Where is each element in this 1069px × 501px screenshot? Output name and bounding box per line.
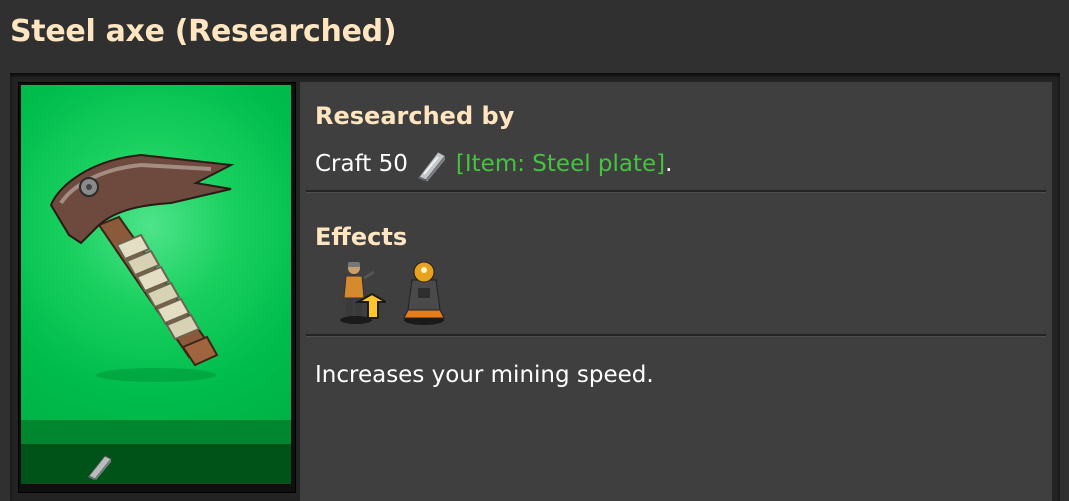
technology-tile[interactable] bbox=[18, 82, 296, 493]
steel-plate-icon bbox=[88, 455, 112, 480]
details-panel: Researched by Craft 50 [Item: Steel plat… bbox=[300, 82, 1052, 501]
item-link-steel-plate[interactable]: [Item: Steel plate] bbox=[456, 151, 665, 177]
technology-description: Increases your mining speed. bbox=[315, 362, 654, 388]
tile-art bbox=[21, 85, 291, 420]
steel-axe-icon bbox=[49, 153, 235, 382]
separator bbox=[306, 190, 1046, 193]
tooltip-frame: Researched by Craft 50 [Item: Steel plat… bbox=[10, 73, 1060, 501]
window-title: Steel axe (Researched) bbox=[10, 14, 397, 49]
tile-band bbox=[21, 420, 291, 444]
research-trigger-line: Craft 50 [Item: Steel plate] . bbox=[315, 146, 672, 182]
researched-by-heading: Researched by bbox=[315, 102, 515, 130]
effects-heading: Effects bbox=[315, 223, 408, 251]
character-mining-speed-icon[interactable] bbox=[334, 258, 386, 328]
steel-plate-icon bbox=[417, 151, 446, 182]
tile-cost-bar bbox=[21, 444, 291, 484]
trigger-suffix: . bbox=[665, 151, 673, 177]
separator bbox=[306, 334, 1046, 337]
trigger-prefix: Craft 50 bbox=[315, 151, 408, 177]
mining-drill-character-icon[interactable] bbox=[398, 258, 450, 328]
